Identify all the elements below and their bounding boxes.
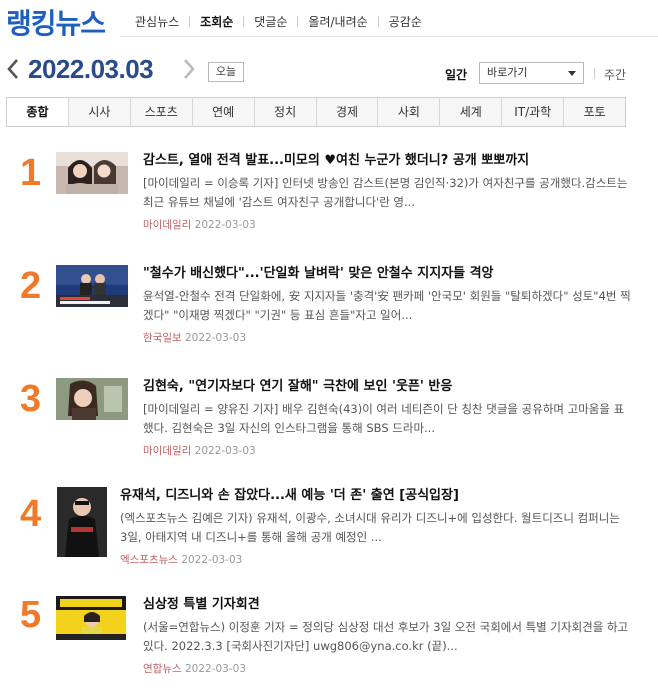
- nav-item-views[interactable]: 조회순: [190, 13, 243, 30]
- rank-number: 4: [20, 493, 42, 535]
- list-item: 1 감스트, 열애 전격 발표...미모의 ♥여친 누군가 했더니? 공개 뽀뽀…: [0, 130, 658, 232]
- header-divider: [120, 36, 658, 37]
- weekly-period-link[interactable]: 주간: [604, 66, 626, 83]
- article-thumbnail[interactable]: [56, 265, 128, 307]
- ranking-news-logo[interactable]: 랭킹뉴스: [6, 2, 106, 42]
- tab-all[interactable]: 종합: [7, 98, 68, 126]
- article-title[interactable]: 심상정 특별 기자회견: [143, 596, 633, 614]
- tab-politics[interactable]: 정치: [253, 98, 316, 126]
- article-summary[interactable]: 윤석열-안철수 전격 단일화에, 安 지지자들 '충격'安 팬카페 '안국모' …: [143, 287, 633, 325]
- tab-it-science[interactable]: IT/과학: [501, 98, 563, 126]
- tab-current-affairs[interactable]: 시사: [67, 98, 130, 126]
- list-item: 5 심상정 특별 기자회견 (서울=연합뉴스) 이정훈 기자 = 정의당 심상정…: [0, 582, 658, 682]
- article-summary[interactable]: (엑스포츠뉴스 김예은 기자) 유재석, 이광수, 소녀시대 유리가 디즈니+에…: [120, 509, 630, 547]
- nav-item-empathy[interactable]: 공감순: [379, 13, 432, 30]
- article-thumbnail[interactable]: [56, 152, 128, 194]
- tab-economy[interactable]: 경제: [315, 98, 378, 126]
- article-date: 2022-03-03: [194, 445, 256, 457]
- nav-item-interest[interactable]: 관심뉴스: [128, 13, 189, 30]
- article-title[interactable]: 유재석, 디즈니와 손 잡았다...새 예능 '더 존' 출연 [공식입장]: [120, 487, 630, 505]
- rank-number: 3: [20, 378, 42, 420]
- current-date: 2022.03.03: [28, 54, 154, 84]
- rank-number: 5: [20, 594, 42, 636]
- press-name[interactable]: 마이데일리: [143, 219, 191, 231]
- press-name[interactable]: 마이데일리: [143, 445, 191, 457]
- article-text: 감스트, 열애 전격 발표...미모의 ♥여친 누군가 했더니? 공개 뽀뽀까지…: [143, 152, 633, 232]
- article-text: 유재석, 디즈니와 손 잡았다...새 예능 '더 존' 출연 [공식입장] (…: [120, 487, 630, 567]
- article-date: 2022-03-03: [184, 663, 247, 675]
- article-thumbnail[interactable]: [57, 487, 107, 557]
- nav-item-comments[interactable]: 댓글순: [244, 13, 297, 30]
- period-divider: [594, 68, 595, 79]
- list-item: 2 "철수가 배신했다"...'단일화 날벼락' 맞은 안철수 지지자들 격앙 …: [0, 243, 658, 345]
- nav-item-updown[interactable]: 올려/내려순: [298, 13, 377, 30]
- press-name[interactable]: 연합뉴스: [143, 663, 182, 675]
- list-item: 3 김현숙, "연기자보다 연기 잘해" 극찬에 보인 '웃픈' 반응 [마이데…: [0, 356, 658, 458]
- article-date: 2022-03-03: [184, 332, 247, 344]
- list-item: 4 유재석, 디즈니와 손 잡았다...새 예능 '더 존' 출연 [공식입장]…: [0, 469, 658, 569]
- date-bar: 2022.03.03 오늘 일간 바로가기 주간: [0, 52, 658, 92]
- article-thumbnail[interactable]: [56, 596, 126, 640]
- category-tabs: 종합 시사 스포츠 연예 정치 경제 사회 세계 IT/과학 포토: [6, 97, 626, 127]
- article-summary[interactable]: [마이데일리 = 양유진 기자] 배우 김현숙(43)이 여러 네티즌이 단 칭…: [143, 400, 633, 438]
- article-meta: 마이데일리 2022-03-03: [143, 443, 633, 458]
- press-name[interactable]: 한국일보: [143, 332, 182, 344]
- article-meta: 엑스포츠뉴스 2022-03-03: [120, 552, 630, 567]
- today-button[interactable]: 오늘: [208, 62, 244, 82]
- article-thumbnail[interactable]: [56, 378, 128, 420]
- daily-period-label[interactable]: 일간: [445, 66, 467, 83]
- next-date-chevron-icon[interactable]: [182, 58, 196, 80]
- caret-down-icon: [568, 71, 576, 76]
- header: 랭킹뉴스 관심뉴스 조회순 댓글순 올려/내려순 공감순: [0, 0, 658, 40]
- article-text: 심상정 특별 기자회견 (서울=연합뉴스) 이정훈 기자 = 정의당 심상정 대…: [143, 596, 633, 676]
- article-summary[interactable]: (서울=연합뉴스) 이정훈 기자 = 정의당 심상정 대선 후보가 3일 오전 …: [143, 618, 633, 656]
- article-title[interactable]: "철수가 배신했다"...'단일화 날벼락' 맞은 안철수 지지자들 격앙: [143, 265, 633, 283]
- rank-number: 2: [20, 265, 42, 307]
- article-date: 2022-03-03: [194, 219, 256, 231]
- shortcut-select[interactable]: 바로가기: [479, 62, 584, 84]
- tab-sports[interactable]: 스포츠: [129, 98, 192, 126]
- article-title[interactable]: 감스트, 열애 전격 발표...미모의 ♥여친 누군가 했더니? 공개 뽀뽀까지: [143, 152, 633, 170]
- press-name[interactable]: 엑스포츠뉴스: [120, 554, 178, 566]
- article-text: "철수가 배신했다"...'단일화 날벼락' 맞은 안철수 지지자들 격앙 윤석…: [143, 265, 633, 345]
- tab-entertainment[interactable]: 연예: [191, 98, 254, 126]
- rank-number: 1: [20, 152, 42, 194]
- tab-world[interactable]: 세계: [439, 98, 501, 126]
- top-nav: 관심뉴스 조회순 댓글순 올려/내려순 공감순: [128, 13, 432, 30]
- article-date: 2022-03-03: [181, 554, 243, 566]
- article-meta: 연합뉴스 2022-03-03: [143, 661, 633, 676]
- tab-society[interactable]: 사회: [377, 98, 439, 126]
- shortcut-select-value: 바로가기: [487, 66, 528, 79]
- tab-photo[interactable]: 포토: [563, 98, 625, 126]
- article-title[interactable]: 김현숙, "연기자보다 연기 잘해" 극찬에 보인 '웃픈' 반응: [143, 378, 633, 396]
- prev-date-chevron-icon[interactable]: [6, 58, 20, 80]
- article-meta: 한국일보 2022-03-03: [143, 330, 633, 345]
- article-text: 김현숙, "연기자보다 연기 잘해" 극찬에 보인 '웃픈' 반응 [마이데일리…: [143, 378, 633, 458]
- article-meta: 마이데일리 2022-03-03: [143, 217, 633, 232]
- article-summary[interactable]: [마이데일리 = 이승록 기자] 인터넷 방송인 감스트(본명 김인직·32)가…: [143, 174, 633, 212]
